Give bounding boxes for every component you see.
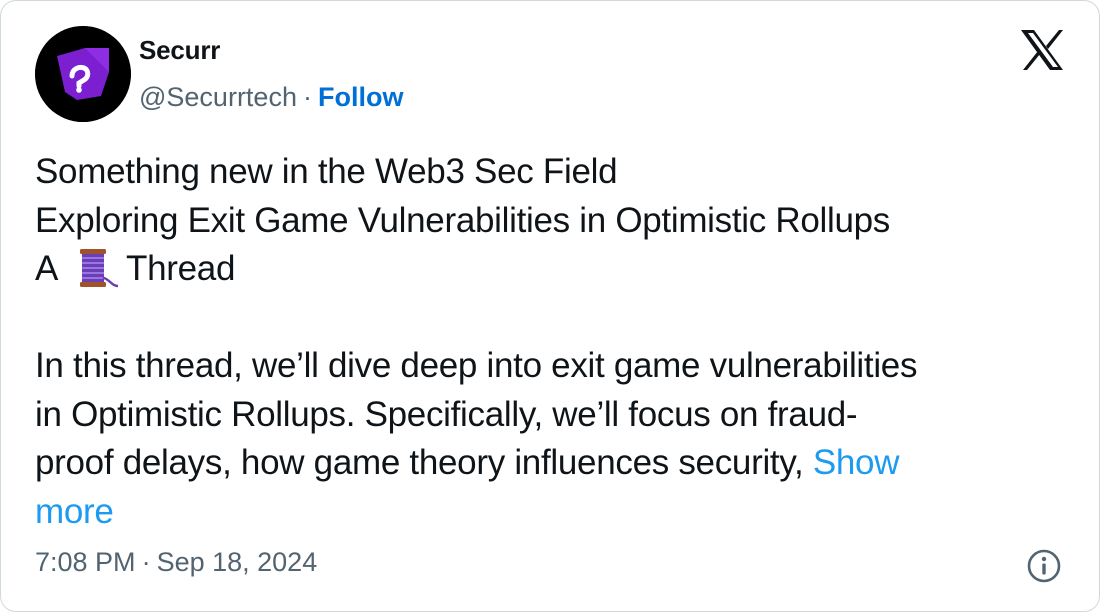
account-handle[interactable]: @Securrtech — [139, 82, 297, 112]
post-line-suffix: Thread — [126, 249, 236, 288]
x-logo-icon[interactable] — [1019, 29, 1065, 71]
post-date: Sep 18, 2024 — [156, 547, 318, 577]
post-line: Exploring Exit Game Vulnerabilities in O… — [35, 200, 890, 240]
account-name[interactable]: Securr — [139, 35, 220, 66]
separator-dot: · — [302, 82, 312, 112]
show-more-link[interactable]: more — [35, 492, 114, 531]
securr-logo-icon — [35, 26, 131, 122]
post-line: In this thread, we’ll dive deep into exi… — [35, 346, 918, 385]
handle-line: @Securrtech · Follow — [139, 81, 403, 113]
info-icon[interactable] — [1026, 548, 1062, 584]
follow-button[interactable]: Follow — [318, 82, 403, 112]
timestamp[interactable]: 7:08 PM · Sep 18, 2024 — [35, 547, 317, 578]
post-text: Something new in the Web3 Sec Field Expl… — [35, 148, 1065, 536]
post-line-text: proof delays, how game theory influences… — [35, 443, 804, 482]
post-line: A Thread — [35, 245, 1065, 294]
thread-spool-icon — [80, 249, 119, 288]
post-line: in Optimistic Rollups. Specifically, we’… — [35, 394, 858, 434]
embedded-post-card: Securr @Securrtech · Follow Something new … — [0, 0, 1100, 612]
post-time: 7:08 PM — [35, 547, 136, 577]
post-line: Something new in the Web3 Sec Field — [35, 152, 618, 191]
avatar[interactable] — [35, 26, 131, 122]
post-line-prefix: A — [35, 249, 59, 288]
post-line: proof delays, how game theory influences… — [35, 439, 1065, 488]
show-more-link[interactable]: Show — [813, 443, 900, 482]
post-line: more — [35, 488, 1065, 537]
separator-dot: · — [141, 547, 151, 577]
